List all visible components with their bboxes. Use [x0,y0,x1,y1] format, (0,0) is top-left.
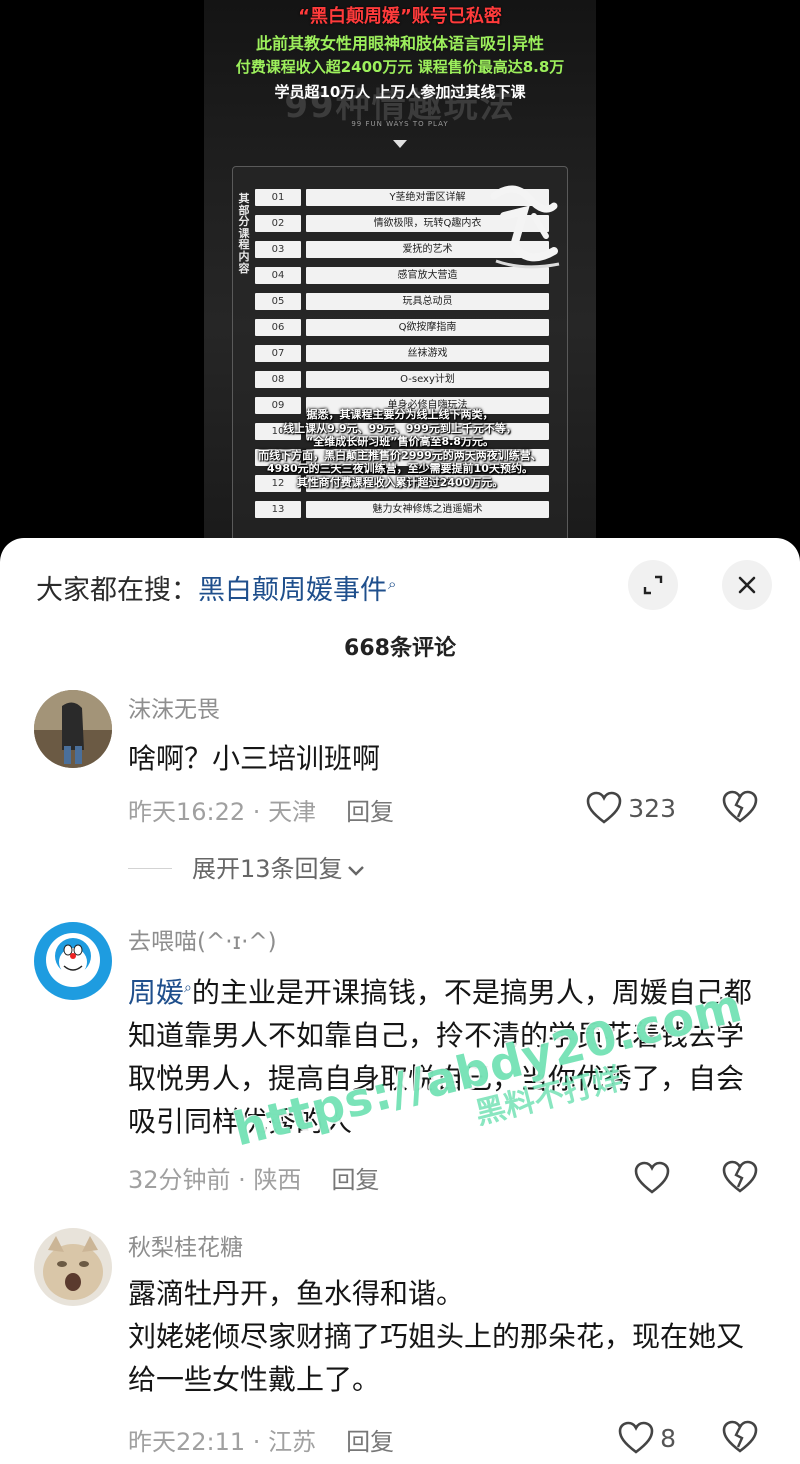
expand-button[interactable] [628,560,678,610]
reply-button[interactable]: 回复 [331,1166,379,1194]
like-button[interactable]: 8 [618,1418,676,1458]
comment-username[interactable]: 秋梨桂花糖 [128,1228,243,1262]
avatar[interactable] [34,1228,112,1306]
expand-replies-label: 展开13条回复 [192,855,343,883]
comment-location: 江苏 [268,1428,317,1456]
reply-button[interactable]: 回复 [346,798,394,826]
comment-meta: 昨天16:22 · 天津 回复 [128,798,395,826]
close-icon [738,576,756,594]
comment-time: 32分钟前 [128,1166,231,1194]
search-icon: ⌕ [388,575,397,593]
course-number: 13 [255,501,301,518]
course-side-label: 其部分课程内容 [238,192,250,275]
comment-username[interactable]: 沫沫无畏 [128,690,220,724]
expand-replies-button[interactable]: 展开13条回复 [128,849,365,884]
overlay-line: “全维成长研习班”售价高至8.8万元。 [306,435,494,448]
video-caption-line4: 学员超10万人 上万人参加过其线下课 [274,83,526,101]
calligraphy-decoration [490,185,560,269]
comment-time: 昨天16:22 [128,798,246,826]
comment-location: 陕西 [253,1166,302,1194]
video-caption-line2: 此前其教女性用眼神和肢体语言吸引异性 [255,34,544,53]
course-number: 03 [255,241,301,258]
overlay-line: 线上课从9.9元、99元、999元到上千元不等， [283,421,517,435]
overlay-line: 而线下方面，黑白颠主推售价2999元的两天两夜训练营、 [258,448,542,462]
mention-link[interactable]: 周媛 [128,976,184,1009]
broken-heart-icon[interactable] [722,790,758,824]
comment-meta: 昨天22:11 · 江苏 回复 [128,1428,395,1456]
expand-icon [643,575,663,595]
heart-icon [618,1421,654,1454]
comment-text: 啥啊？小三培训班啊 [128,742,381,775]
course-number: 01 [255,189,301,206]
avatar[interactable] [34,922,112,1000]
search-icon: ⌕ [184,980,192,996]
comment-text: 露滴牡丹开，鱼水得和谐。 刘姥姥倾尽家财摘了巧姐头上的那朵花，现在她又给一些女性… [128,1272,768,1401]
video-caption-line3: 付费课程收入超2400万元 课程售价最高达8.8万 [235,58,565,76]
down-arrow-icon [393,140,407,148]
like-count: 8 [660,1423,676,1453]
comment-count: 668条评论 [344,636,456,661]
course-name: 魅力女神修炼之逍遥媚术 [306,501,549,518]
video-caption-title: “黑白颠周媛”账号已私密 [298,6,502,27]
comment-text-line: 刘姥姥倾尽家财摘了巧姐头上的那朵花，现在她又给一些女性戴上了。 [128,1320,745,1396]
video-overlay-text: 据悉，其课程主要分为线上线下两类， 线上课从9.9元、99元、999元到上千元不… [204,408,596,489]
course-number: 05 [255,293,301,310]
heart-icon [586,791,622,824]
like-count: 323 [628,793,676,823]
course-name: 玩具总动员 [306,293,549,310]
search-prefix: 大家都在搜： [36,575,198,606]
trending-search-bar[interactable]: 大家都在搜：黑白颠周媛事件⌕ [36,566,397,606]
like-button[interactable]: 323 [586,788,676,828]
comment-location: 天津 [268,798,317,826]
course-number: 02 [255,215,301,232]
broken-heart-icon[interactable] [722,1420,758,1454]
video-player[interactable]: 99种情趣玩法 99 FUN WAYS TO PLAY 其部分课程内容 01 Y茎… [0,0,800,545]
overlay-line: 4980元的三天三夜训练营，至少需要提前10天预约。 [267,462,533,475]
chevron-down-icon [347,866,364,876]
comment-text: 周媛⌕的主业是开课搞钱，不是搞男人，周媛自己都知道靠男人不如靠自己，拎不清的学员… [128,967,768,1143]
avatar[interactable] [34,690,112,768]
video-bg-subtitle: 99 FUN WAYS TO PLAY [351,120,449,128]
comment-time: 昨天22:11 [128,1428,246,1456]
overlay-line: 据悉，其课程主要分为线上线下两类， [306,408,494,421]
comment-text-line: 露滴牡丹开，鱼水得和谐。 [128,1277,465,1310]
divider-line [128,868,172,869]
close-button[interactable] [722,560,772,610]
course-number: 07 [255,345,301,362]
comment-sheet: 大家都在搜：黑白颠周媛事件⌕ 668条评论 沫沫无畏 啥啊？小三培训班啊 昨天1… [0,538,800,1464]
comment-meta: 32分钟前 · 陕西 回复 [128,1166,380,1194]
overlay-line: 其性商付费课程收入累计超过2400万元。 [296,475,504,489]
heart-icon [634,1161,670,1194]
video-frame[interactable]: 99种情趣玩法 99 FUN WAYS TO PLAY 其部分课程内容 01 Y茎… [204,0,596,545]
course-number: 04 [255,267,301,284]
reply-button[interactable]: 回复 [346,1428,394,1456]
course-number: 08 [255,371,301,388]
course-name: 丝袜游戏 [306,345,549,362]
course-name: Q欲按摩指南 [306,319,549,336]
comment-username[interactable]: 去喂喵(^·ɪ·^) [128,922,277,956]
search-query-link[interactable]: 黑白颠周媛事件 [198,575,387,606]
course-name: O-sexy计划 [306,371,549,388]
broken-heart-icon[interactable] [722,1160,758,1194]
course-number: 06 [255,319,301,336]
like-button[interactable] [634,1158,676,1198]
comment-text-body: 的主业是开课搞钱，不是搞男人，周媛自己都知道靠男人不如靠自己，拎不清的学员花着钱… [128,976,752,1138]
